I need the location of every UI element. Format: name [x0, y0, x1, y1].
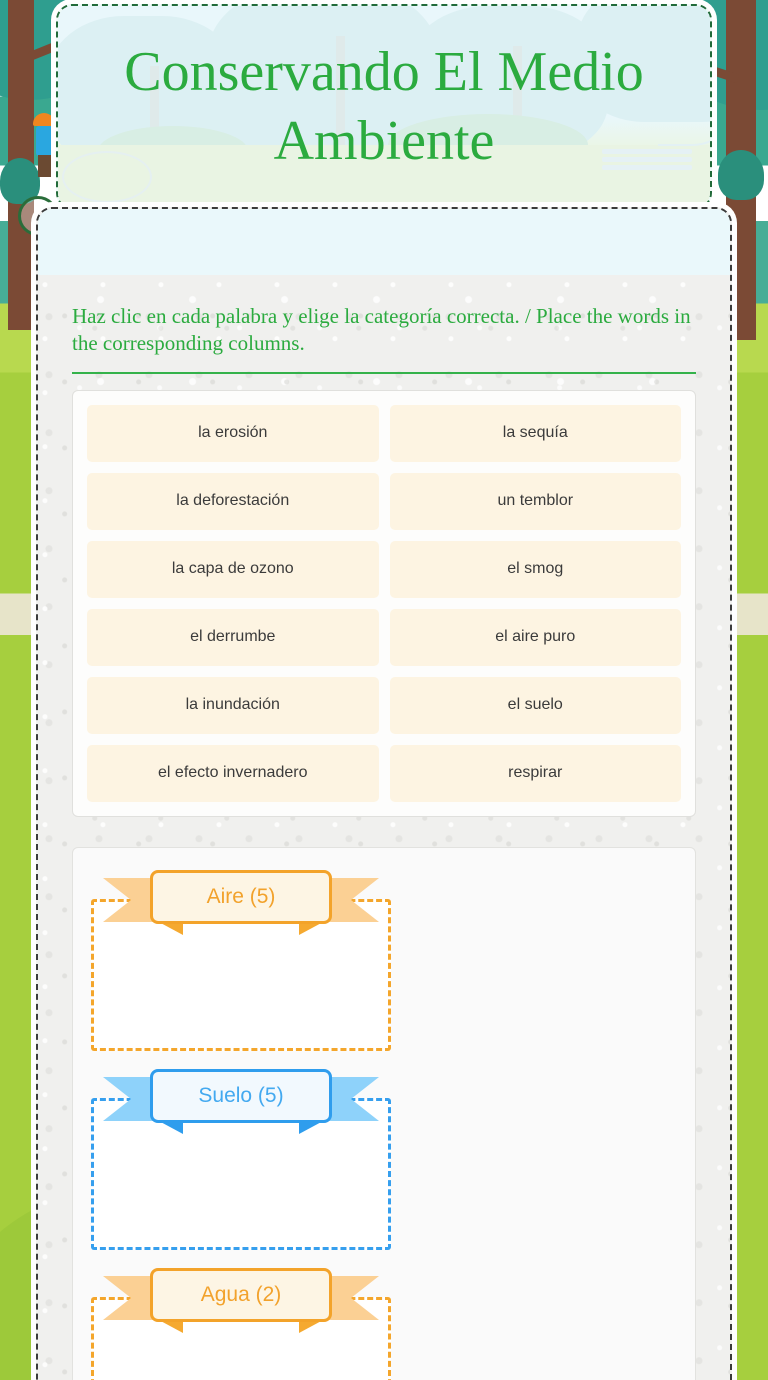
shrub	[718, 150, 764, 200]
word-tile[interactable]: el derrumbe	[87, 608, 379, 666]
category-banner-agua: Agua (2)	[91, 1267, 391, 1333]
child-legs	[38, 155, 51, 177]
category-label-suelo: Suelo (5)	[150, 1068, 332, 1123]
category-suelo: Suelo (5)	[91, 1068, 391, 1250]
category-agua: Agua (2)	[91, 1267, 391, 1380]
word-tile[interactable]: el smog	[389, 540, 681, 598]
worksheet-card: Haz clic en cada palabra y elige la cate…	[36, 207, 732, 1380]
word-tile[interactable]: un temblor	[389, 472, 681, 530]
word-tile[interactable]: la sequía	[389, 404, 681, 462]
word-tile[interactable]: la erosión	[87, 404, 379, 462]
card-top-strip	[38, 209, 730, 275]
category-aire: Aire (5)	[91, 869, 391, 1051]
child-body	[36, 126, 53, 156]
category-label-aire: Aire (5)	[150, 869, 332, 924]
word-tile[interactable]: la capa de ozono	[87, 540, 379, 598]
child-hat	[33, 113, 55, 126]
category-label-agua: Agua (2)	[150, 1267, 332, 1322]
category-banner-aire: Aire (5)	[91, 869, 391, 935]
divider	[72, 371, 696, 374]
word-tile[interactable]: el aire puro	[389, 608, 681, 666]
instruction-top: Haz clic en cada palabra y elige la cate…	[72, 304, 691, 356]
word-tile[interactable]: la inundación	[87, 676, 379, 734]
word-bank: la erosión la sequía la deforestación un…	[72, 389, 696, 817]
category-drop-area: Aire (5) Suelo (5) Agua (2)	[72, 846, 696, 1380]
word-tile[interactable]: el suelo	[389, 676, 681, 734]
worksheet-body: Haz clic en cada palabra y elige la cate…	[38, 275, 730, 1380]
page-title: Conservando El Medio Ambiente	[124, 41, 644, 172]
word-tile[interactable]: el efecto invernadero	[87, 744, 379, 802]
category-banner-suelo: Suelo (5)	[91, 1068, 391, 1134]
word-tile[interactable]: la deforestación	[87, 472, 379, 530]
title-card: Conservando El Medio Ambiente	[56, 4, 712, 209]
word-tile[interactable]: respirar	[389, 744, 681, 802]
